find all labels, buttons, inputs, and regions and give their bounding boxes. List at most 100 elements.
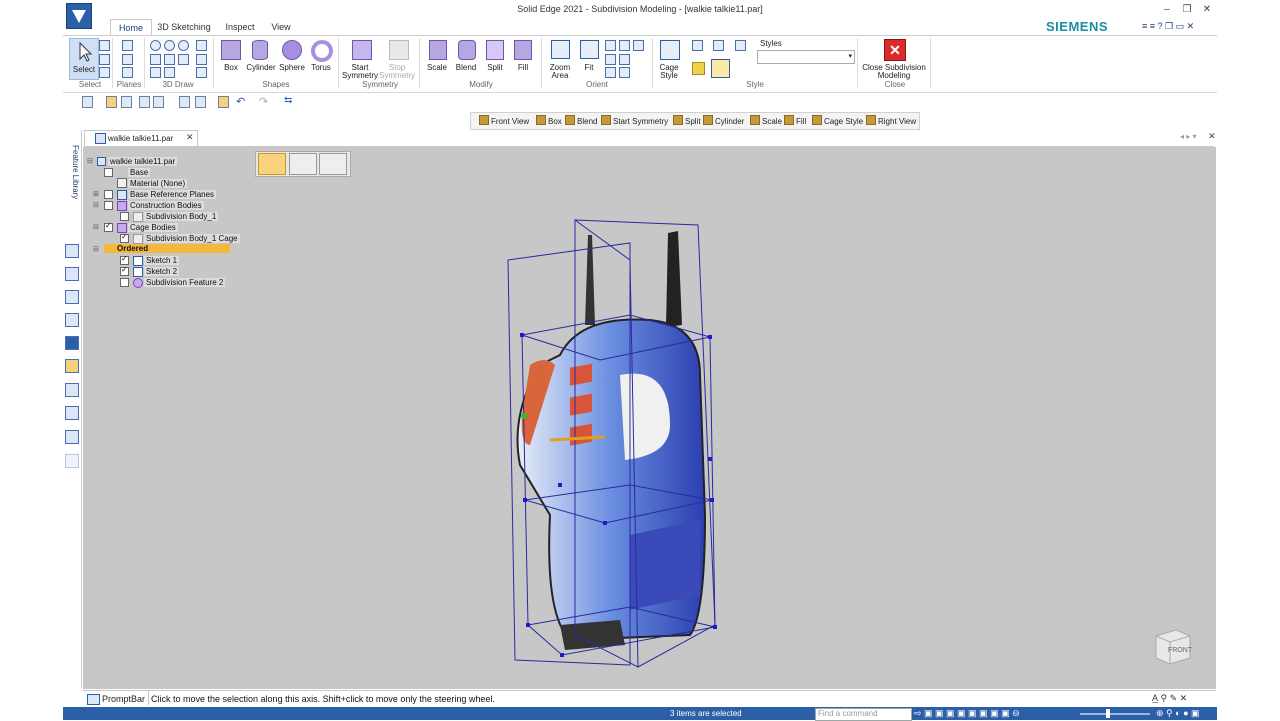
redo-icon[interactable]: ↷	[259, 95, 268, 108]
settings-icon[interactable]	[121, 96, 132, 108]
ref-planes-checkbox[interactable]	[104, 190, 113, 199]
appearance-icon[interactable]	[65, 336, 79, 350]
arc-icon[interactable]	[178, 40, 189, 51]
scale-icon[interactable]	[429, 40, 447, 60]
pan-icon[interactable]	[605, 54, 616, 65]
base-checkbox[interactable]	[104, 168, 113, 177]
draw-tool-icon[interactable]	[196, 54, 207, 65]
cube-view-icon[interactable]	[692, 40, 703, 51]
cage-style-button[interactable]: Cage Style	[654, 64, 684, 80]
open-icon[interactable]	[106, 96, 117, 108]
edit-tool-icon[interactable]	[289, 153, 317, 175]
save-as-icon[interactable]	[153, 96, 164, 108]
cmd-box[interactable]: Box	[536, 115, 562, 126]
box-icon[interactable]	[221, 40, 241, 60]
cylinder-icon[interactable]	[252, 40, 268, 60]
view-cube[interactable]: FRONT	[1150, 624, 1194, 668]
new-icon[interactable]	[82, 96, 93, 108]
customize-icon[interactable]: ⇆	[284, 95, 292, 106]
cmd-split[interactable]: Split	[673, 115, 701, 126]
close-subdivision-button[interactable]: Close Subdivision Modeling	[858, 64, 930, 80]
fill-button[interactable]: Fill	[510, 64, 536, 72]
blend-button[interactable]: Blend	[452, 64, 480, 72]
cage-bodies-checkbox[interactable]	[104, 221, 113, 232]
layers-icon[interactable]	[65, 290, 79, 304]
draw-tool-icon[interactable]	[196, 67, 207, 78]
tree-sketch1[interactable]: Sketch 1	[144, 256, 180, 265]
torus-button[interactable]: Torus	[306, 64, 336, 72]
tree-construction-bodies[interactable]: Construction Bodies	[128, 201, 204, 210]
cube-view-icon[interactable]	[713, 40, 724, 51]
fit-button[interactable]: Fit	[576, 64, 602, 72]
app-logo-icon[interactable]	[66, 3, 92, 29]
sensors-icon[interactable]	[65, 313, 79, 327]
shaded-edges-icon[interactable]	[711, 59, 730, 78]
collapse-icon[interactable]: ⊟	[87, 157, 93, 165]
zoom-icon[interactable]	[619, 40, 630, 51]
close-subdivision-icon[interactable]: ✕	[884, 39, 906, 61]
cmd-fill[interactable]: Fill	[784, 115, 806, 126]
tree-material[interactable]: Material (None)	[128, 179, 188, 188]
tree-root[interactable]: walkie talkie11.par	[108, 157, 178, 166]
restore-icon[interactable]: ❐	[1180, 4, 1194, 16]
cmd-start-symmetry[interactable]: Start Symmetry	[601, 115, 668, 126]
cmd-cylinder[interactable]: Cylinder	[703, 115, 744, 126]
subdivision-body-checkbox[interactable]	[120, 212, 129, 221]
draw-tool-icon[interactable]	[196, 40, 207, 51]
relations-icon[interactable]	[65, 406, 79, 420]
zoom-area-icon[interactable]	[551, 40, 570, 59]
walkie-talkie-model[interactable]	[500, 215, 730, 675]
plane-icon[interactable]	[122, 40, 133, 51]
cmd-scale[interactable]: Scale	[750, 115, 782, 126]
layout-icon[interactable]	[179, 96, 190, 108]
split-button[interactable]: Split	[482, 64, 508, 72]
move-tool-icon[interactable]	[258, 153, 286, 175]
save-icon[interactable]	[139, 96, 150, 108]
plane-icon[interactable]	[122, 54, 133, 65]
tree-sketch2[interactable]: Sketch 2	[144, 267, 180, 276]
view-icon[interactable]	[633, 40, 644, 51]
zoom-area-button[interactable]: Zoom Area	[546, 64, 574, 80]
tab-view[interactable]: View	[266, 19, 296, 35]
tree-base-ref-planes[interactable]: Base Reference Planes	[128, 190, 217, 199]
select-button[interactable]: Select	[69, 38, 99, 80]
cube-view-icon[interactable]	[735, 40, 746, 51]
split-icon[interactable]	[486, 40, 504, 60]
cage-style-icon[interactable]	[660, 40, 680, 60]
cmd-right-view[interactable]: Right View	[866, 115, 916, 126]
sketch1-checkbox[interactable]	[120, 254, 129, 265]
zoom-slider-thumb[interactable]	[1106, 709, 1110, 718]
tree-base[interactable]: Base	[128, 168, 151, 177]
sketch2-checkbox[interactable]	[120, 265, 129, 276]
cmd-cage-style[interactable]: Cage Style	[812, 115, 863, 126]
collapse-icon[interactable]: ⊟	[93, 223, 99, 231]
fill-icon[interactable]	[514, 40, 532, 60]
steering-wheel-icon[interactable]	[319, 153, 347, 175]
spin-icon[interactable]	[605, 67, 616, 78]
cmd-blend[interactable]: Blend	[565, 115, 597, 126]
feature-library-tab[interactable]: Feature Library	[62, 145, 80, 205]
tab-inspect[interactable]: Inspect	[222, 19, 258, 35]
view-icon[interactable]	[619, 67, 630, 78]
arc-icon[interactable]	[178, 54, 189, 65]
stop-symmetry-button[interactable]: Stop Symmetry	[378, 64, 416, 80]
fit-icon[interactable]	[580, 40, 599, 59]
zoom-slider[interactable]	[1080, 713, 1150, 715]
collapse-icon[interactable]: ⊟	[93, 245, 99, 253]
expand-icon[interactable]: ⊞	[93, 190, 99, 198]
collapse-icon[interactable]: ⊟	[93, 201, 99, 209]
prompt-options-icon[interactable]: A̲ ⚲ ✎ ✕	[1152, 693, 1187, 704]
construction-checkbox[interactable]	[104, 201, 113, 210]
help-icon[interactable]	[65, 267, 79, 281]
pathfinder-icon[interactable]	[65, 244, 79, 258]
cage-checkbox[interactable]	[120, 232, 129, 243]
shaded-icon[interactable]	[692, 62, 705, 75]
start-symmetry-button[interactable]: Start Symmetry	[342, 64, 378, 80]
circle-icon[interactable]	[164, 40, 175, 51]
rectangle-icon[interactable]	[150, 67, 161, 78]
styles-dropdown[interactable]: ▾	[757, 50, 855, 64]
select-option-icon[interactable]	[99, 54, 110, 65]
sphere-button[interactable]: Sphere	[276, 64, 308, 72]
view-controls-icon[interactable]: ⇨ ▣ ▣ ▣ ▣ ▣ ▣ ▣ ▣ ⊖	[914, 708, 1020, 719]
curve-icon[interactable]	[164, 54, 175, 65]
